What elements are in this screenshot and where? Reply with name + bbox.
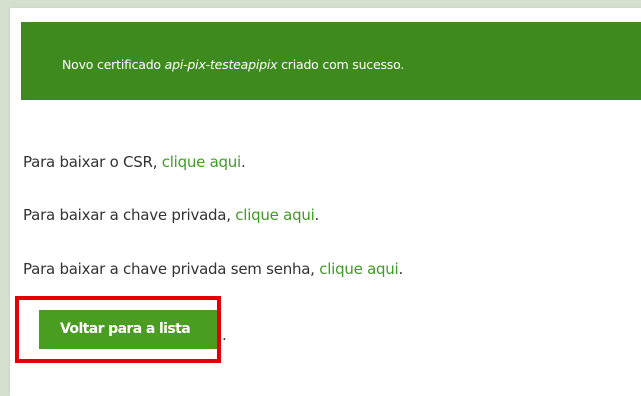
download-private-key-no-password-line: Para baixar a chave privada sem senha, c…	[23, 260, 403, 278]
download-private-key-end: .	[314, 206, 320, 224]
alert-prefix: Novo certificado	[62, 57, 165, 72]
download-private-key-text: Para baixar a chave privada,	[23, 206, 236, 224]
download-private-key-no-password-link[interactable]: clique aqui	[319, 260, 399, 278]
download-private-key-line: Para baixar a chave privada, clique aqui…	[23, 206, 319, 224]
trailing-period: .	[222, 326, 227, 344]
alert-suffix: criado com sucesso.	[277, 57, 405, 72]
highlight-box: Voltar para a lista	[15, 296, 221, 363]
success-alert: Novo certificado api-pix-testeapipix cri…	[21, 22, 641, 100]
back-to-list-button[interactable]: Voltar para a lista	[39, 310, 211, 349]
download-csr-link[interactable]: clique aqui	[162, 153, 242, 171]
download-csr-line: Para baixar o CSR, clique aqui.	[23, 153, 246, 171]
download-private-key-link[interactable]: clique aqui	[235, 206, 315, 224]
download-csr-end: .	[240, 153, 246, 171]
download-csr-text: Para baixar o CSR,	[23, 153, 162, 171]
download-private-key-no-password-end: .	[398, 260, 404, 278]
download-private-key-no-password-text: Para baixar a chave privada sem senha,	[23, 260, 320, 278]
certificate-name: api-pix-testeapipix	[164, 57, 278, 72]
